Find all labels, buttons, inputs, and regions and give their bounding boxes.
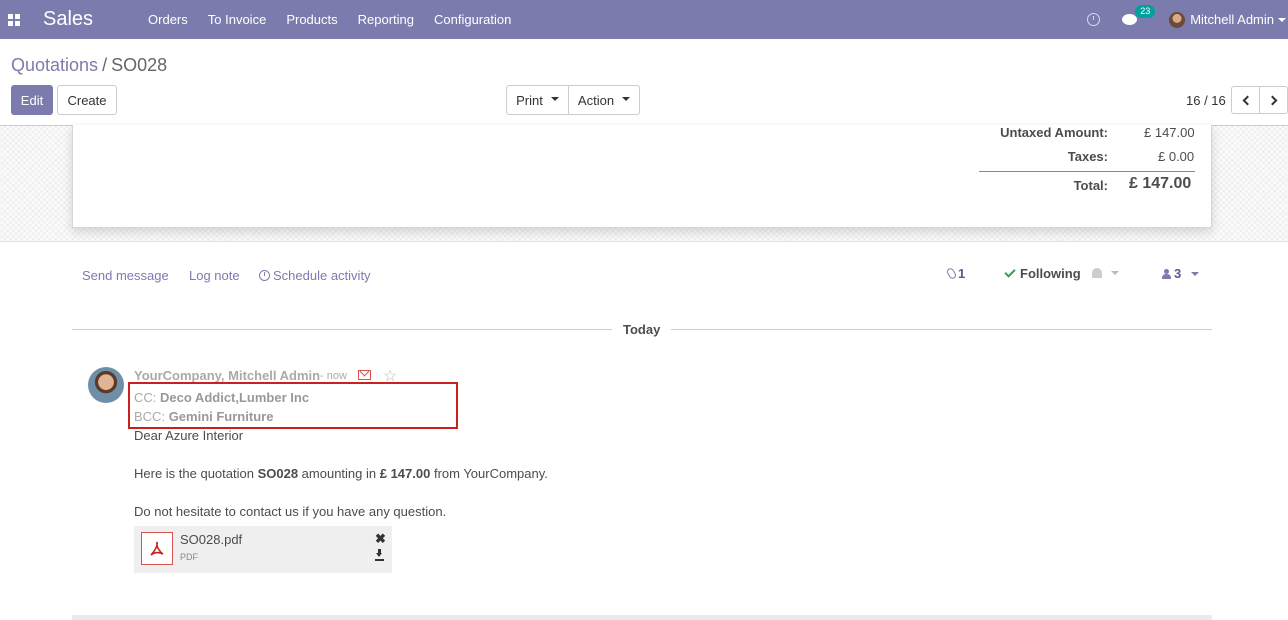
cc-label: CC:	[134, 390, 157, 405]
user-avatar[interactable]	[1169, 11, 1186, 28]
followers-button[interactable]: 3	[1162, 266, 1200, 281]
download-icon[interactable]	[376, 549, 385, 559]
schedule-activity-label: Schedule activity	[273, 268, 371, 283]
total-value: £ 147.00	[1129, 175, 1192, 192]
body-text: from YourCompany.	[430, 466, 548, 481]
schedule-activity-button[interactable]: Schedule activity	[259, 268, 371, 283]
menu-products[interactable]: Products	[276, 0, 347, 39]
caret-down-icon	[1191, 271, 1200, 276]
check-icon	[1004, 266, 1016, 278]
print-dropdown[interactable]: Print	[506, 85, 569, 115]
author-avatar[interactable]	[88, 367, 124, 403]
message-body-line: Here is the quotation SO028 amounting in…	[134, 466, 548, 481]
form-sheet	[72, 125, 1212, 228]
log-note-button[interactable]: Log note	[189, 268, 240, 283]
menu-configuration[interactable]: Configuration	[424, 0, 521, 39]
pdf-icon	[141, 532, 173, 565]
attachment-extension: PDF	[180, 552, 198, 562]
caret-down-icon	[550, 97, 559, 101]
attachment-name[interactable]: SO028.pdf	[180, 532, 242, 547]
envelope-icon[interactable]	[358, 370, 371, 380]
user-menu[interactable]: Mitchell Admin	[1190, 12, 1274, 27]
breadcrumb-current: SO028	[111, 55, 168, 75]
main-menu: Orders To Invoice Products Reporting Con…	[138, 0, 521, 39]
pager-previous-button[interactable]	[1231, 86, 1260, 114]
notification-settings[interactable]	[1092, 268, 1119, 278]
paperclip-icon	[945, 266, 958, 281]
apps-icon[interactable]	[0, 0, 22, 39]
chevron-left-icon	[1242, 95, 1252, 105]
messaging-menu[interactable]: 23	[1122, 5, 1156, 25]
body-text: Here is the quotation	[134, 466, 258, 481]
chevron-down-icon[interactable]	[1278, 17, 1286, 22]
send-message-button[interactable]: Send message	[82, 268, 169, 283]
create-button[interactable]: Create	[57, 85, 117, 115]
user-icon	[1162, 268, 1171, 279]
action-label: Action	[577, 92, 615, 108]
quotation-ref: SO028	[257, 466, 299, 481]
followers-count: 3	[1174, 266, 1182, 281]
menu-reporting[interactable]: Reporting	[348, 0, 424, 39]
bcc-value: Gemini Furniture	[168, 409, 274, 424]
date-separator-today: Today	[612, 322, 672, 337]
following-label: Following	[1020, 266, 1081, 281]
following-button[interactable]: Following	[1004, 266, 1081, 281]
taxes-value: £ 0.00	[1158, 149, 1195, 164]
bell-icon	[1092, 268, 1102, 278]
breadcrumb: Quotations / SO028	[11, 55, 167, 76]
chat-count-badge: 23	[1135, 5, 1156, 18]
navbar-right: 23 Mitchell Admin	[1087, 0, 1288, 39]
top-navbar: Sales Orders To Invoice Products Reporti…	[0, 0, 1288, 39]
message-greeting: Dear Azure Interior	[134, 428, 244, 443]
bcc-label: BCC:	[134, 409, 166, 424]
remove-icon[interactable]: ✖	[375, 531, 386, 547]
message-closing: Do not hesitate to contact us if you hav…	[134, 504, 447, 519]
print-label: Print	[516, 92, 543, 108]
attachments-count: 1	[958, 266, 966, 281]
chevron-right-icon	[1267, 95, 1277, 105]
breadcrumb-quotations[interactable]: Quotations	[11, 55, 98, 75]
caret-down-icon	[622, 97, 631, 101]
body-text: amounting in	[298, 466, 380, 481]
action-dropdown[interactable]: Action	[568, 85, 640, 115]
quotation-amount: £ 147.00	[379, 466, 431, 481]
menu-to-invoice[interactable]: To Invoice	[198, 0, 277, 39]
download-icon-base	[375, 559, 384, 561]
pager-value[interactable]: 16 / 16	[1186, 93, 1226, 108]
menu-orders[interactable]: Orders	[138, 0, 198, 39]
breadcrumb-separator: /	[102, 55, 108, 75]
attachment-card[interactable]: SO028.pdf PDF ✖	[134, 526, 392, 573]
total-label: Total:	[1073, 178, 1108, 193]
message-author[interactable]: YourCompany, Mitchell Admin	[134, 368, 320, 383]
pager-next-button[interactable]	[1259, 86, 1288, 114]
untaxed-value: £ 147.00	[1144, 125, 1195, 140]
chat-icon	[1122, 14, 1138, 25]
attachments-button[interactable]: 1	[945, 266, 966, 281]
taxes-label: Taxes:	[1067, 149, 1108, 164]
message-date: - now	[320, 370, 347, 382]
clock-icon	[259, 270, 270, 281]
next-message-edge	[72, 615, 1212, 620]
app-brand[interactable]: Sales	[43, 8, 93, 31]
bcc-line: BCC: Gemini Furniture	[134, 409, 273, 424]
edit-button[interactable]: Edit	[11, 85, 53, 115]
clock-icon[interactable]	[1087, 13, 1101, 26]
cc-line: CC: Deco Addict,Lumber Inc	[134, 390, 309, 405]
untaxed-label: Untaxed Amount:	[1000, 125, 1108, 140]
caret-down-icon	[1111, 271, 1119, 275]
cc-value: Deco Addict,Lumber Inc	[160, 390, 310, 405]
totals-divider	[979, 171, 1195, 172]
